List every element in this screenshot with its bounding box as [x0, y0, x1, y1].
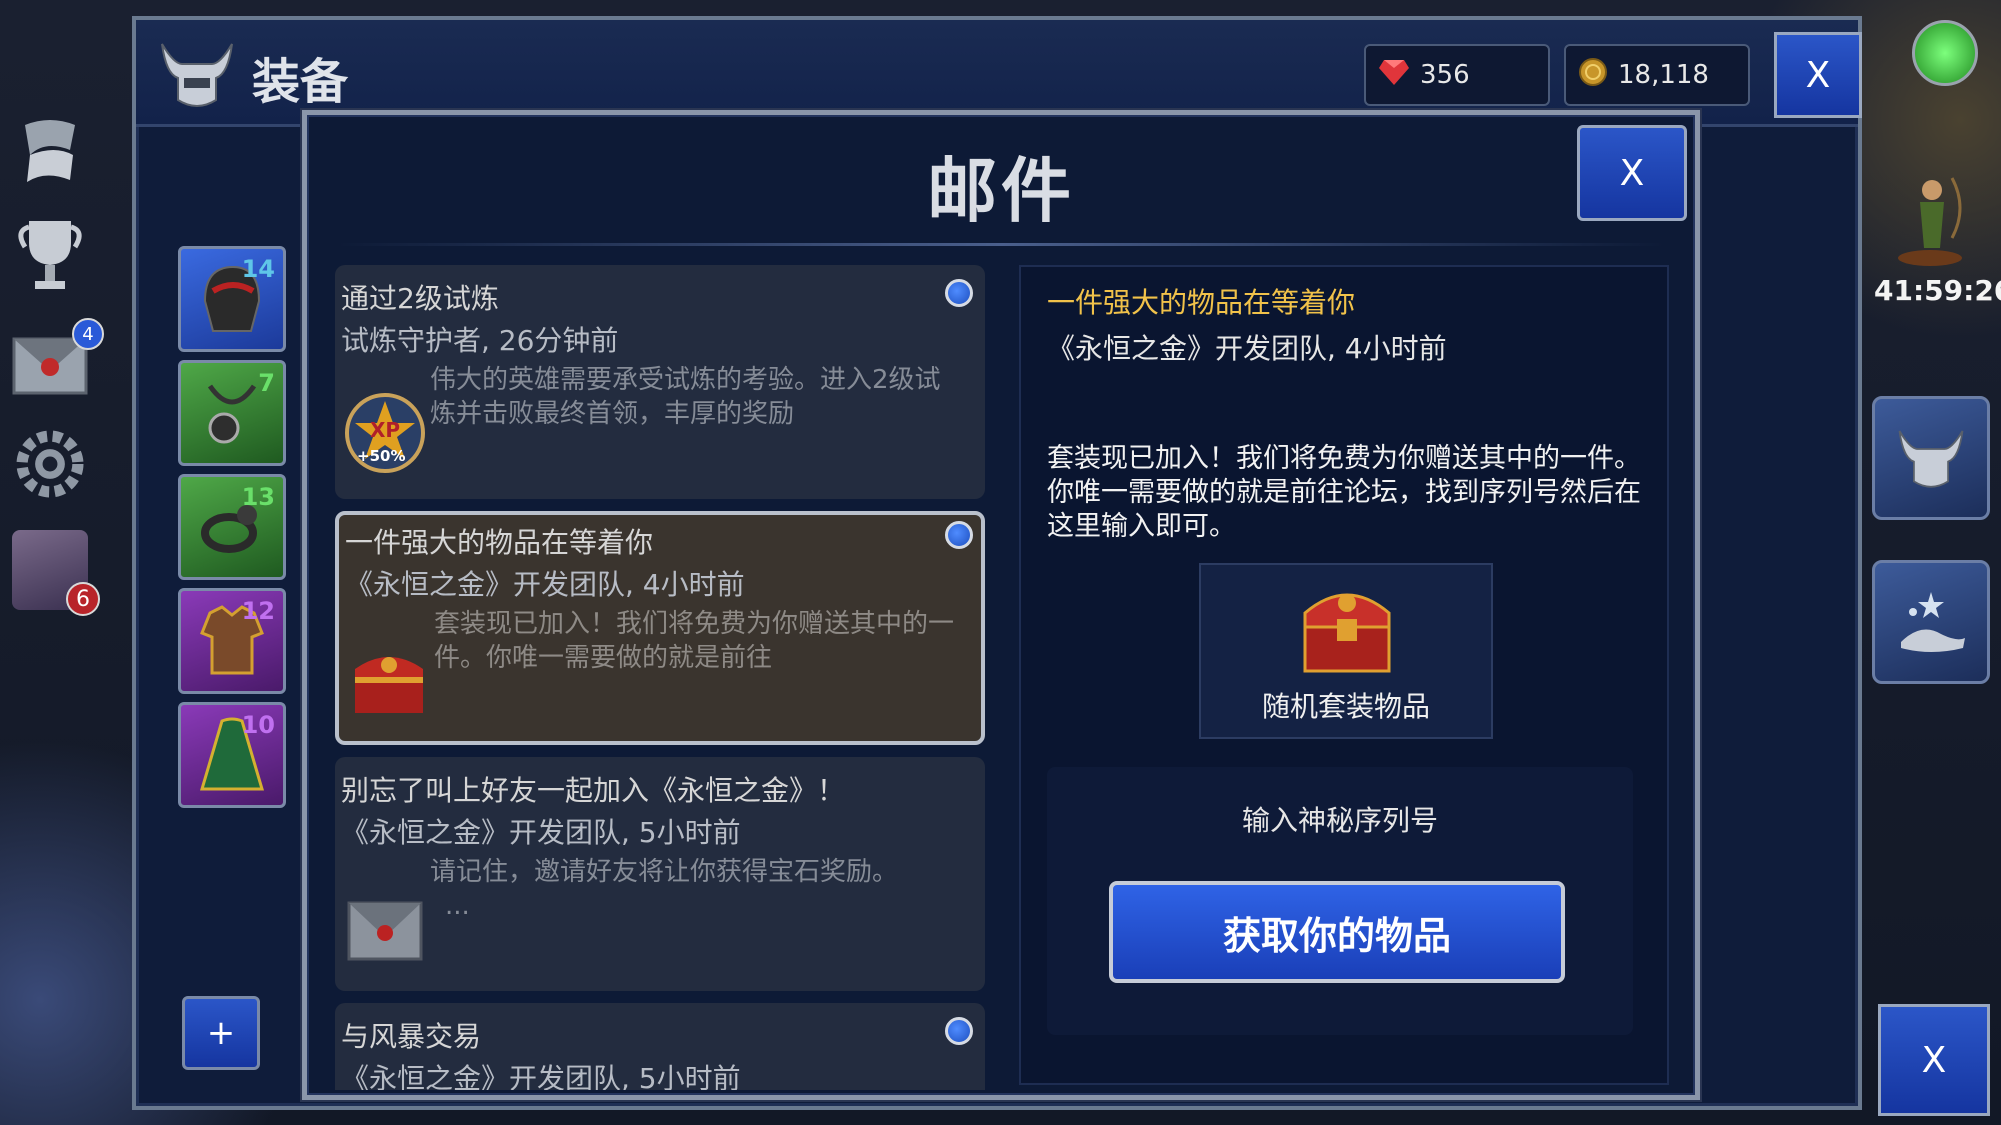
detail-sender: 《永恒之金》开发团队, 4小时前: [1047, 332, 1447, 365]
gold-amount: 18,118: [1618, 60, 1709, 90]
unread-indicator: [945, 279, 973, 307]
unread-indicator: [945, 1017, 973, 1045]
settings-gear-icon[interactable]: [10, 424, 90, 504]
slot-level: 10: [241, 711, 275, 739]
mail-preview: 套装现已加入！我们将免费为你赠送其中的一件。你唯一需要做的就是前往: [434, 609, 955, 673]
xp-boost-icon: XP +50%: [343, 391, 427, 475]
slot-level: 14: [241, 255, 275, 283]
horned-helmet-tab-icon: [1898, 430, 1964, 488]
mail-title: 邮件: [927, 150, 1075, 232]
slot-level: 13: [241, 483, 275, 511]
title-divider: [337, 243, 1665, 246]
magic-hand-icon: [1901, 592, 1965, 652]
mail-preview: 伟大的英雄需要承受试炼的考验。进入2级试炼并击败最终首领，丰厚的奖励: [430, 365, 941, 429]
mail-list-item[interactable]: 别忘了叫上好友一起加入《永恒之金》！ 《永恒之金》开发团队, 5小时前 请记住，…: [335, 757, 985, 991]
mail-subject: 通过2级试炼: [341, 282, 499, 315]
equip-slot-cloak[interactable]: 10: [178, 702, 286, 808]
mail-subject: 一件强大的物品在等着你: [345, 526, 654, 559]
mail-list-item-selected[interactable]: 一件强大的物品在等着你 《永恒之金》开发团队, 4小时前 套装现已加入！我们将免…: [335, 511, 985, 745]
svg-text:XP: XP: [370, 418, 400, 442]
mail-sender: 试炼守护者, 26分钟前: [341, 324, 619, 357]
gem-amount: 356: [1420, 60, 1470, 90]
equipment-close-button[interactable]: X: [1774, 32, 1862, 118]
archer-figure-icon: [1890, 168, 1970, 268]
mail-preview: 请记住，邀请好友将让你获得宝石奖励。: [430, 857, 899, 887]
mail-preview-ellipsis: ...: [445, 891, 470, 921]
event-timer: 41:59:26: [1874, 274, 2001, 307]
mail-subject: 别忘了叫上好友一起加入《永恒之金》！: [341, 774, 846, 807]
mail-count-badge: 4: [72, 318, 104, 350]
add-slot-button[interactable]: +: [182, 996, 260, 1070]
serial-code-area: 输入神秘序列号 获取你的物品: [1047, 767, 1633, 1035]
skills-tab[interactable]: [1872, 560, 1990, 684]
equip-slot-armor[interactable]: 12: [178, 588, 286, 694]
treasure-chest-icon: [347, 635, 431, 719]
hero-count-badge: 6: [66, 582, 100, 616]
mail-list-item[interactable]: 与风暴交易 《永恒之金》开发团队, 5小时前: [335, 1003, 985, 1090]
slot-level: 12: [241, 597, 275, 625]
detail-subject: 一件强大的物品在等着你: [1047, 286, 1356, 319]
equip-slot-amulet[interactable]: 7: [178, 360, 286, 466]
bottom-right-close-button[interactable]: X: [1878, 1004, 1990, 1116]
hero-portrait-icon[interactable]: 6: [10, 530, 100, 616]
mail-close-button[interactable]: X: [1577, 125, 1687, 221]
mail-sender: 《永恒之金》开发团队, 4小时前: [345, 568, 745, 601]
detail-body: 套装现已加入！我们将免费为你赠送其中的一件。你唯一需要做的就是前往论坛，找到序列…: [1047, 443, 1641, 542]
mail-detail-panel: 一件强大的物品在等着你 《永恒之金》开发团队, 4小时前 套装现已加入！我们将免…: [1019, 265, 1669, 1085]
gem-counter: 356: [1364, 44, 1550, 106]
mail-list[interactable]: 通过2级试炼 试炼守护者, 26分钟前 伟大的英雄需要承受试炼的考验。进入2级试…: [335, 265, 985, 1090]
amulet-icon: [207, 384, 257, 444]
mail-list-item[interactable]: 通过2级试炼 试炼守护者, 26分钟前 伟大的英雄需要承受试炼的考验。进入2级试…: [335, 265, 985, 499]
gold-coin-icon: [1578, 57, 1608, 94]
reward-label: 随机套装物品: [1261, 690, 1430, 723]
unread-indicator: [945, 521, 973, 549]
xp-bonus-label: +50%: [357, 447, 406, 465]
gold-counter: 18,118: [1564, 44, 1750, 106]
serial-code-label: 输入神秘序列号: [1241, 804, 1438, 837]
treasure-chest-icon: [1297, 573, 1397, 681]
envelope-icon: [343, 889, 427, 973]
mail-icon[interactable]: 4: [10, 318, 104, 406]
mail-sender: 《永恒之金》开发团队, 5小时前: [341, 816, 741, 849]
slot-level: 7: [258, 369, 275, 397]
mail-subject: 与风暴交易: [341, 1020, 482, 1053]
equipment-title: 装备: [252, 54, 349, 110]
reward-item-box[interactable]: 随机套装物品: [1199, 563, 1493, 739]
green-orb-icon[interactable]: [1912, 20, 1978, 86]
equipment-tab[interactable]: [1872, 396, 1990, 520]
mail-dialog: 邮件 X 通过2级试炼 试炼守护者, 26分钟前 伟大的英雄需要承受试炼的考验。…: [302, 110, 1700, 1100]
equip-slot-ring[interactable]: 13: [178, 474, 286, 580]
quest-scroll-icon[interactable]: [10, 110, 90, 190]
horned-helmet-icon: [154, 34, 240, 118]
claim-item-button[interactable]: 获取你的物品: [1109, 881, 1565, 983]
mail-sender: 《永恒之金》开发团队, 5小时前: [341, 1062, 741, 1090]
equip-slot-helmet[interactable]: 14: [178, 246, 286, 352]
trophy-icon[interactable]: [10, 215, 90, 295]
ruby-gem-icon: [1378, 58, 1410, 93]
